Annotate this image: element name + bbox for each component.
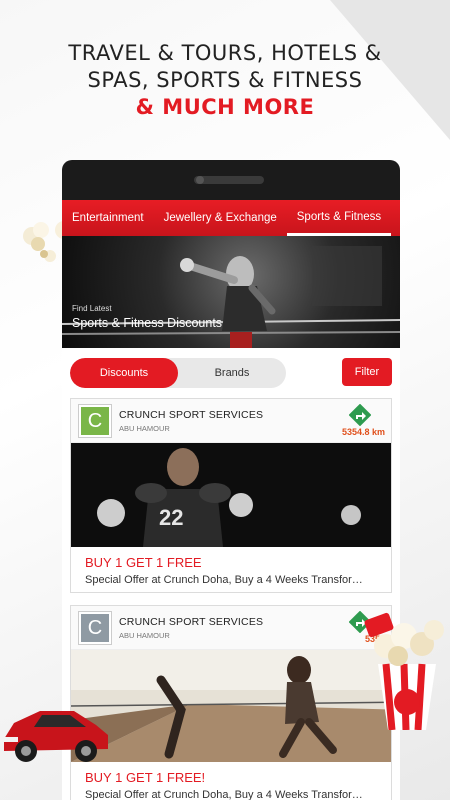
- svg-text:22: 22: [159, 505, 183, 530]
- brands-toggle[interactable]: Brands: [178, 358, 286, 388]
- offer-image: [71, 650, 391, 762]
- navigate-arrow-icon[interactable]: [349, 404, 371, 426]
- popcorn-icon: [364, 612, 444, 730]
- merchant-name: CRUNCH SPORT SERVICES: [119, 616, 264, 628]
- phone-frame: Entertainment Jewellery & Exchange Sport…: [62, 160, 400, 800]
- hero-caption: Find Latest Sports & Fitness Discounts: [72, 304, 222, 330]
- merchant-name: CRUNCH SPORT SERVICES: [119, 409, 264, 421]
- merchant-logo: C: [79, 612, 111, 644]
- headline-line-3: & MUCH MORE: [135, 95, 315, 119]
- phone-camera: [196, 176, 204, 184]
- offer-card[interactable]: C CRUNCH SPORT SERVICES ABU HAMOUR 5354.…: [70, 398, 392, 593]
- runners-boardwalk-image: [71, 650, 391, 762]
- offer-title: BUY 1 GET 1 FREE!: [85, 770, 206, 785]
- tab-jewellery-exchange[interactable]: Jewellery & Exchange: [154, 200, 287, 236]
- offer-title: BUY 1 GET 1 FREE: [85, 555, 202, 570]
- promo-headline: TRAVEL & TOURS, HOTELS & SPAS, SPORTS & …: [0, 40, 450, 121]
- hero-title: Sports & Fitness Discounts: [72, 316, 223, 330]
- boxer-image: [62, 246, 400, 348]
- phone-speaker: [194, 176, 264, 184]
- headline-line-1: TRAVEL & TOURS, HOTELS &: [68, 41, 382, 65]
- merchant-area: ABU HAMOUR: [119, 424, 170, 433]
- merchant-logo: C: [79, 405, 111, 437]
- view-toggle: Discounts Brands: [70, 358, 286, 388]
- offer-image: 22: [71, 443, 391, 547]
- car-icon: [4, 711, 108, 762]
- offer-card[interactable]: C CRUNCH SPORT SERVICES ABU HAMOUR 5354: [70, 605, 392, 800]
- hero-banner: Find Latest Sports & Fitness Discounts: [62, 236, 400, 348]
- tab-entertainment[interactable]: Entertainment: [62, 200, 154, 236]
- merchant-area: ABU HAMOUR: [119, 631, 170, 640]
- football-player-image: 22: [71, 443, 391, 547]
- phone-top-bezel: [62, 160, 400, 200]
- hero-subtitle: Find Latest: [72, 304, 112, 313]
- tab-sports-fitness[interactable]: Sports & Fitness: [286, 200, 392, 236]
- filter-button[interactable]: Filter: [342, 358, 392, 386]
- category-tabbar: Entertainment Jewellery & Exchange Sport…: [62, 200, 400, 236]
- offer-description: Special Offer at Crunch Doha, Buy a 4 We…: [85, 574, 363, 586]
- controls-bar: Discounts Brands Filter: [62, 348, 400, 398]
- offer-body: BUY 1 GET 1 FREE! Special Offer at Crunc…: [71, 762, 391, 800]
- offer-card-header: C CRUNCH SPORT SERVICES ABU HAMOUR 5354: [71, 606, 391, 650]
- offer-description: Special Offer at Crunch Doha, Buy a 4 We…: [85, 789, 363, 800]
- headline-line-2: SPAS, SPORTS & FITNESS: [87, 68, 363, 92]
- discounts-toggle[interactable]: Discounts: [70, 358, 178, 388]
- offer-body: BUY 1 GET 1 FREE Special Offer at Crunch…: [71, 547, 391, 592]
- offer-card-header: C CRUNCH SPORT SERVICES ABU HAMOUR 5354.…: [71, 399, 391, 443]
- distance-label: 5354.8 km: [341, 427, 385, 437]
